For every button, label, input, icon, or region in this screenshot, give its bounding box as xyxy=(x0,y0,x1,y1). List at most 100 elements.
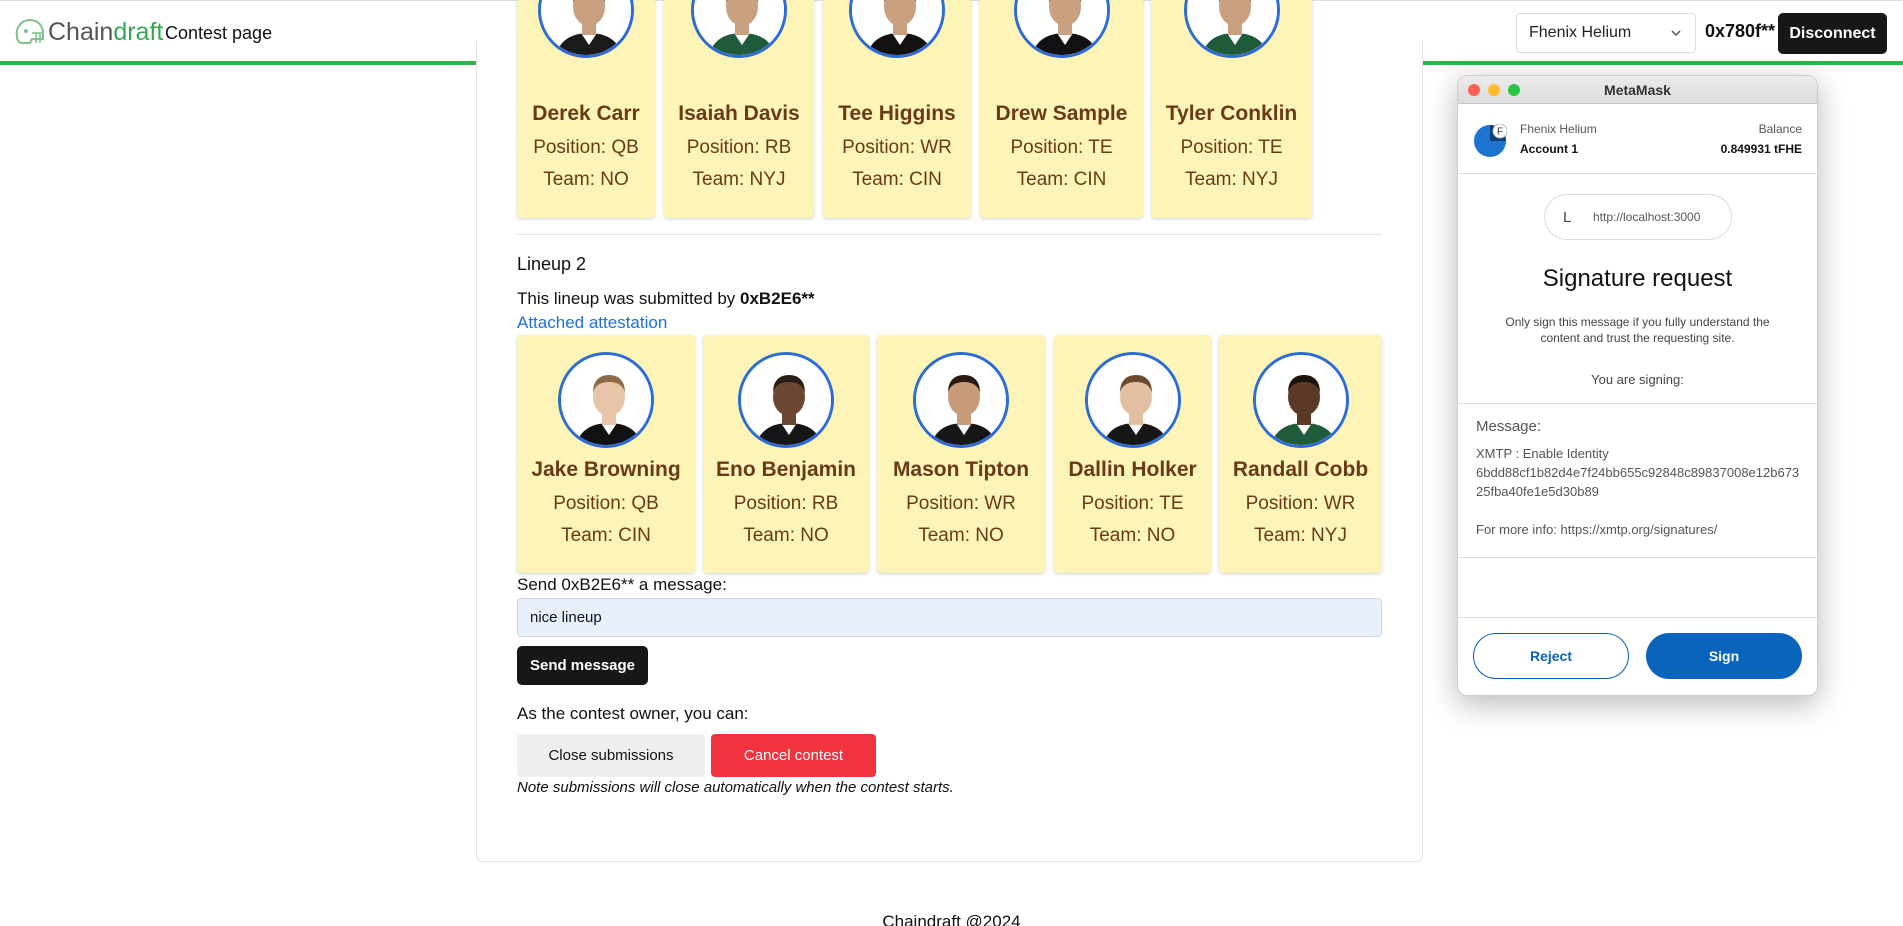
player-card: Tee Higgins Position: WR Team: CIN xyxy=(823,0,971,218)
player-photo xyxy=(561,355,651,445)
player-name: Mason Tipton xyxy=(892,458,1030,481)
player-avatar xyxy=(849,0,945,58)
network-name: Fhenix Helium xyxy=(1520,122,1597,136)
player-position: Position: TE xyxy=(1180,137,1283,158)
player-name: Randall Cobb xyxy=(1232,458,1369,481)
player-team: Team: NYJ xyxy=(1254,525,1347,546)
player-card: Mason Tipton Position: WR Team: NO xyxy=(877,335,1045,573)
player-team: Team: NYJ xyxy=(1185,169,1278,190)
player-card: Derek Carr Position: QB Team: NO xyxy=(517,0,655,218)
player-position: Position: WR xyxy=(1245,493,1356,514)
player-team: Team: CIN xyxy=(852,169,942,190)
player-team: Team: CIN xyxy=(1016,169,1107,190)
wallet-address: 0x780f** xyxy=(1705,21,1776,41)
player-avatar xyxy=(558,352,654,448)
divider xyxy=(517,234,1382,235)
page-title: Contest page xyxy=(165,23,273,43)
message-label: Message: xyxy=(1476,418,1542,435)
attestation-link[interactable]: Attached attestation xyxy=(517,313,667,333)
player-card: Drew Sample Position: TE Team: CIN xyxy=(980,0,1143,218)
helmet-logo-icon xyxy=(15,18,44,44)
player-photo xyxy=(1087,355,1178,445)
signing-label: You are signing: xyxy=(1591,372,1684,387)
player-card: Jake Browning Position: QB Team: CIN xyxy=(517,335,695,573)
metamask-window: MetaMask F Fhenix Helium Account 1 Balan… xyxy=(1457,75,1818,696)
player-avatar xyxy=(1252,352,1349,448)
divider xyxy=(1458,557,1817,558)
message-input[interactable] xyxy=(517,598,1382,637)
player-card: Dallin Holker Position: TE Team: NO xyxy=(1054,335,1211,573)
player-photo xyxy=(1186,0,1277,55)
player-team: Team: CIN xyxy=(561,525,651,546)
signature-warning: Only sign this message if you fully unde… xyxy=(1505,315,1770,345)
player-position: Position: RB xyxy=(686,137,792,158)
player-position: Position: QB xyxy=(553,493,659,514)
player-name: Tee Higgins xyxy=(838,102,956,125)
logo[interactable]: Chaindraft xyxy=(12,15,163,49)
player-position: Position: QB xyxy=(533,137,639,158)
message-label: Send 0xB2E6** a message: xyxy=(517,575,727,594)
player-card: Tyler Conklin Position: TE Team: NYJ xyxy=(1151,0,1312,218)
account-avatar-icon: F xyxy=(1474,124,1507,157)
player-team: Team: NO xyxy=(543,169,629,190)
player-avatar xyxy=(1183,0,1280,58)
owner-label: As the contest owner, you can: xyxy=(517,704,749,723)
reject-button[interactable]: Reject xyxy=(1473,633,1629,679)
message-body: XMTP : Enable Identity 6bdd88cf1b82d4e7f… xyxy=(1476,446,1800,537)
player-name: Isaiah Davis xyxy=(678,102,800,125)
player-photo xyxy=(1016,0,1107,55)
player-name: Derek Carr xyxy=(532,102,640,125)
submitter-address: 0xB2E6** xyxy=(740,289,815,308)
player-position: Position: RB xyxy=(733,493,839,514)
player-team: Team: NYJ xyxy=(692,169,786,190)
player-avatar xyxy=(738,352,834,448)
cancel-contest-button[interactable]: Cancel contest xyxy=(711,734,876,777)
player-card: Eno Benjamin Position: RB Team: NO xyxy=(703,335,869,573)
origin-pill: L http://localhost:3000 xyxy=(1544,194,1732,240)
footer-text: Chaindraft @2024 xyxy=(882,912,1021,926)
player-team: Team: NO xyxy=(918,525,1004,546)
logo-text: Chaindraft xyxy=(48,17,164,46)
player-avatar xyxy=(913,352,1009,448)
player-position: Position: TE xyxy=(1010,137,1113,158)
player-name: Jake Browning xyxy=(531,458,681,481)
player-avatar xyxy=(538,0,634,58)
svg-text:F: F xyxy=(1497,127,1503,138)
player-name: Eno Benjamin xyxy=(715,458,857,481)
player-name: Dallin Holker xyxy=(1068,458,1197,481)
sign-button[interactable]: Sign xyxy=(1646,633,1802,679)
player-photo xyxy=(541,0,631,55)
player-avatar xyxy=(1084,352,1181,448)
balance-label: Balance xyxy=(1758,122,1802,136)
player-photo xyxy=(741,355,831,445)
player-name: Drew Sample xyxy=(995,102,1128,125)
player-team: Team: NO xyxy=(1089,525,1176,546)
submitted-by-text: This lineup was submitted by 0xB2E6** xyxy=(517,289,815,308)
player-card: Randall Cobb Position: WR Team: NYJ xyxy=(1219,335,1382,573)
window-titlebar: MetaMask xyxy=(1458,76,1817,104)
submission-note: Note submissions will close automaticall… xyxy=(517,779,954,796)
origin-initial: L xyxy=(1563,209,1572,226)
player-position: Position: WR xyxy=(842,137,952,158)
divider xyxy=(1458,403,1817,404)
player-photo xyxy=(916,355,1006,445)
player-position: Position: WR xyxy=(906,493,1016,514)
disconnect-button[interactable]: Disconnect xyxy=(1778,13,1887,54)
divider xyxy=(1458,617,1817,618)
origin-url: http://localhost:3000 xyxy=(1593,210,1701,224)
signature-request-heading: Signature request xyxy=(1542,265,1733,292)
player-team: Team: NO xyxy=(743,525,829,546)
close-submissions-button[interactable]: Close submissions xyxy=(517,734,705,777)
balance-value: 0.849931 tFHE xyxy=(1720,142,1802,156)
network-select[interactable]: Fhenix Helium xyxy=(1516,13,1696,53)
lineup-2-title: Lineup 2 xyxy=(517,254,587,274)
player-avatar xyxy=(1013,0,1110,58)
player-name: Tyler Conklin xyxy=(1165,102,1298,125)
account-header: F Fhenix Helium Account 1 Balance 0.8499… xyxy=(1458,104,1817,174)
player-position: Position: TE xyxy=(1081,493,1184,514)
player-card: Isaiah Davis Position: RB Team: NYJ xyxy=(664,0,814,218)
player-avatar xyxy=(691,0,787,58)
player-photo xyxy=(694,0,784,55)
send-message-button[interactable]: Send message xyxy=(517,646,648,685)
account-name: Account 1 xyxy=(1520,142,1579,156)
